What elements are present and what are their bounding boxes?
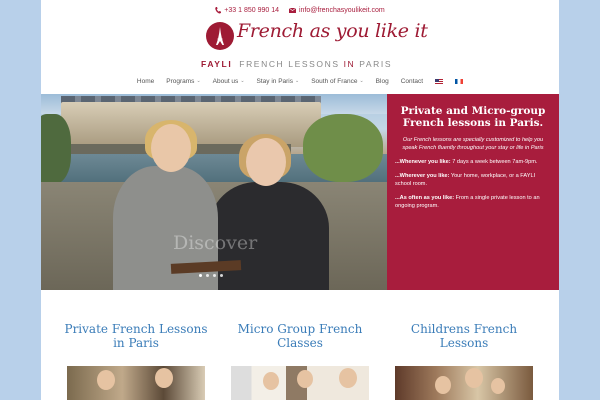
- bullet-text: 7 days a week between 7am-9pm.: [450, 159, 538, 165]
- service-image-micro-group[interactable]: [231, 366, 369, 400]
- panel-intro: Our French lessons are specially customi…: [402, 137, 544, 151]
- panel-bullet-as-often: ...As often as you like: From a single p…: [395, 194, 551, 210]
- eiffel-tower-logo-icon: [206, 22, 234, 50]
- nav-item-south-of-france[interactable]: South of France ⌄: [311, 78, 363, 85]
- logo-tagline-in: IN: [343, 59, 356, 69]
- service-image-private[interactable]: [67, 366, 205, 400]
- envelope-icon: [289, 7, 296, 13]
- slider-dots: [199, 274, 223, 277]
- nav-label: About us: [212, 77, 239, 85]
- nav-label: Contact: [400, 77, 424, 85]
- nav-label: Home: [136, 77, 155, 85]
- nav-item-contact[interactable]: Contact: [401, 78, 423, 85]
- logo-tagline-part1: FRENCH LESSONS: [239, 59, 340, 69]
- nav-label: South of France: [311, 77, 358, 85]
- nav-item-about-us[interactable]: About us ⌄: [213, 78, 245, 85]
- panel-title: Private and Micro-group French lessons i…: [400, 105, 546, 129]
- logo-script-text: French as you like it: [237, 20, 428, 42]
- main-nav: Home Programs ⌄ About us ⌄ Stay in Paris ⌄ …: [41, 75, 559, 87]
- slider-dot[interactable]: [220, 274, 223, 277]
- french-flag-icon[interactable]: [455, 78, 464, 84]
- hero-photo: [41, 94, 387, 290]
- intro-panel: Private and Micro-group French lessons i…: [387, 94, 559, 290]
- nav-item-home[interactable]: Home: [137, 78, 154, 85]
- slide-overlay-text: Discover: [173, 232, 258, 254]
- email-link[interactable]: info@frenchasyoulikeit.com: [289, 7, 385, 14]
- chevron-down-icon: ⌄: [295, 78, 300, 84]
- bullet-label: ...As often as you like:: [395, 195, 455, 201]
- slider-dot[interactable]: [206, 274, 209, 277]
- service-title-private[interactable]: Private French Lessons in Paris: [61, 322, 211, 350]
- bullet-label: ...Wherever you like:: [395, 173, 450, 179]
- phone-icon: [215, 6, 222, 13]
- service-title-childrens[interactable]: Childrens French Lessons: [389, 322, 539, 350]
- slider-dot[interactable]: [199, 274, 202, 277]
- nav-label: Stay in Paris: [256, 77, 294, 85]
- logo-tagline-part2: PARIS: [359, 59, 393, 69]
- hero-slider: Discover Private and Micro-group French …: [41, 94, 559, 290]
- phone-link[interactable]: +33 1 850 990 14: [215, 6, 279, 14]
- nav-item-stay-in-paris[interactable]: Stay in Paris ⌄: [257, 78, 300, 85]
- chevron-down-icon: ⌄: [359, 78, 364, 84]
- chevron-down-icon: ⌄: [196, 78, 201, 84]
- nav-label: Blog: [375, 77, 389, 85]
- contact-bar: +33 1 850 990 14 info@frenchasyoulikeit.…: [41, 2, 559, 18]
- page-container: +33 1 850 990 14 info@frenchasyoulikeit.…: [41, 0, 559, 400]
- chevron-down-icon: ⌄: [240, 78, 245, 84]
- logo-brand: FAYLI: [201, 59, 233, 69]
- nav-label: Programs: [166, 77, 195, 85]
- panel-bullet-wherever: ...Wherever you like: Your home, workpla…: [395, 172, 551, 188]
- nav-item-programs[interactable]: Programs ⌄: [166, 78, 200, 85]
- email-address: info@frenchasyoulikeit.com: [299, 6, 385, 14]
- site-logo[interactable]: French as you like it FAYLI FRENCH LESSO…: [201, 18, 428, 74]
- logo-tagline: FAYLI FRENCH LESSONS IN PARIS: [201, 59, 401, 69]
- slider-dot[interactable]: [213, 274, 216, 277]
- nav-item-blog[interactable]: Blog: [376, 78, 389, 85]
- panel-bullet-whenever: ...Whenever you like: 7 days a week betw…: [395, 158, 551, 166]
- bullet-label: ...Whenever you like:: [395, 159, 451, 165]
- service-title-micro-group[interactable]: Micro Group French Classes: [225, 322, 375, 350]
- service-image-childrens[interactable]: [395, 366, 533, 400]
- english-flag-icon[interactable]: [435, 78, 444, 84]
- phone-number: +33 1 850 990 14: [224, 6, 279, 14]
